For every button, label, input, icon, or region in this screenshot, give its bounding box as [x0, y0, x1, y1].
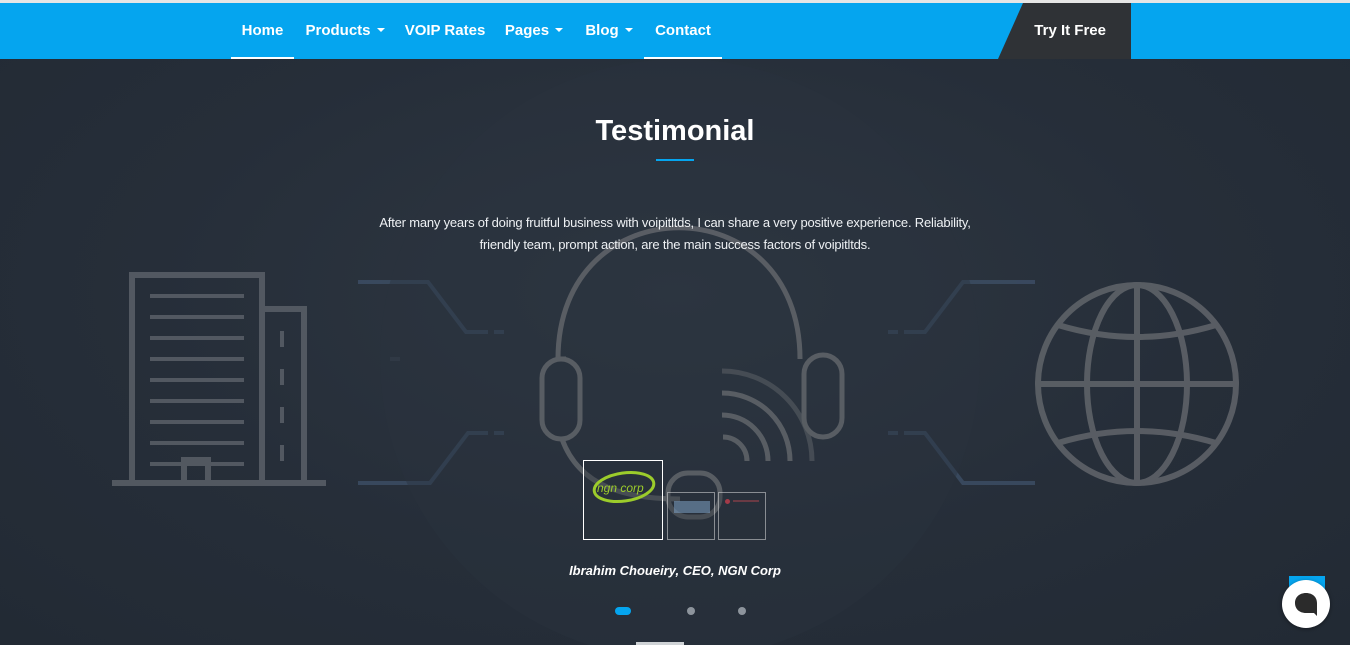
- client-logo-3-image: [725, 499, 730, 504]
- nav-contact[interactable]: Contact: [644, 3, 722, 59]
- globe-icon: [1035, 282, 1239, 486]
- nav-blog-label: Blog: [585, 22, 619, 39]
- client-logo-ngn-corp[interactable]: ngn corp: [583, 460, 663, 540]
- try-it-free-label: Try It Free: [1034, 22, 1106, 39]
- nav-blog[interactable]: Blog: [577, 3, 641, 59]
- nav-products-label: Products: [305, 22, 371, 39]
- ngn-corp-logo-text: ngn corp: [597, 481, 644, 495]
- try-it-free-button[interactable]: Try It Free: [998, 3, 1131, 59]
- carousel-dot-1[interactable]: [615, 607, 631, 615]
- chevron-down-icon: [624, 28, 633, 33]
- chat-widget-button[interactable]: [1282, 580, 1330, 628]
- nav-home[interactable]: Home: [231, 3, 294, 59]
- client-logo-2[interactable]: [667, 492, 715, 540]
- client-logo-3-text: [733, 500, 759, 502]
- carousel-dot-3[interactable]: [738, 607, 746, 615]
- client-logo-3[interactable]: [718, 492, 766, 540]
- nav-contact-label: Contact: [655, 22, 711, 39]
- testimonial-section: Testimonial After many years of doing fr…: [0, 59, 1350, 645]
- chevron-down-icon: [555, 28, 564, 33]
- chat-icon: [1295, 593, 1317, 616]
- title-underline: [656, 159, 694, 161]
- chevron-down-icon: [376, 28, 385, 33]
- carousel-dot-2[interactable]: [687, 607, 695, 615]
- main-navbar: Home Products VOIP Rates Pages Blog Cont…: [0, 3, 1350, 59]
- testimonial-quote: After many years of doing fruitful busin…: [379, 215, 971, 252]
- testimonial-author: Ibrahim Choueiry, CEO, NGN Corp: [569, 563, 781, 578]
- nav-home-label: Home: [241, 22, 284, 39]
- nav-products[interactable]: Products: [298, 3, 392, 59]
- nav-pages[interactable]: Pages: [498, 3, 570, 59]
- ngn-corp-logo: ngn corp: [592, 471, 656, 503]
- client-logo-2-image: [674, 501, 710, 513]
- building-icon: [112, 272, 326, 486]
- nav-voip-rates-label: VOIP Rates: [404, 22, 486, 39]
- section-title: Testimonial: [595, 115, 755, 147]
- nav-voip-rates[interactable]: VOIP Rates: [399, 3, 491, 59]
- nav-pages-label: Pages: [504, 22, 550, 39]
